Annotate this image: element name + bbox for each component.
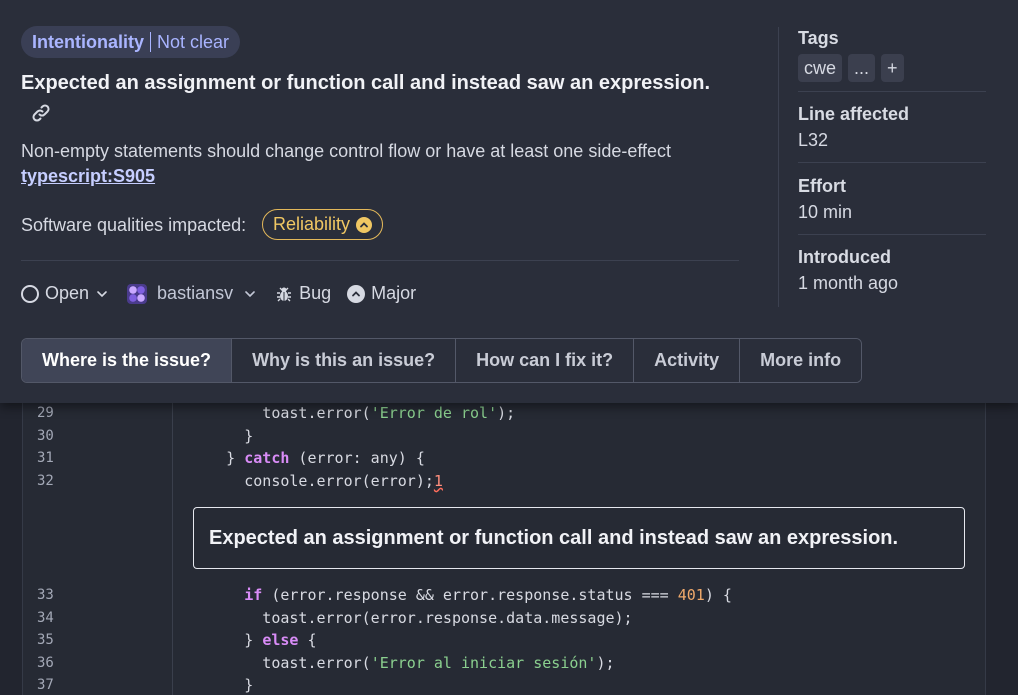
add-tag-button[interactable]: + [881,54,904,82]
line-value: L32 [798,130,829,150]
line-section: Line affected L32 [798,104,986,151]
issue-type: Bug [275,283,331,304]
effort-section: Effort 10 min [798,176,986,223]
code-line: 29 toast.error('Error de rol'); [22,402,986,424]
line-source: } else { [172,631,317,649]
sidebar-divider [778,27,779,307]
issue-header: Intentionality Not clear Expected an ass… [0,0,1018,403]
code-line: 33 if (error.response && error.response.… [22,584,986,606]
sidebar-separator [798,234,986,235]
tab-how-can-i-fix-it[interactable]: How can I fix it? [456,339,635,382]
bug-icon [277,287,292,301]
code-line: 37 } [22,674,986,695]
permalink-icon[interactable] [30,102,52,124]
line-source: } [172,427,254,445]
introduced-value: 1 month ago [798,273,899,293]
assignee-dropdown[interactable]: bastiansv [127,283,257,304]
header-divider [21,260,739,261]
issue-title: Expected an assignment or function call … [21,72,711,94]
issue-tabs: Where is the issue? Why is this an issue… [21,338,863,383]
effort-label: Effort [798,176,846,196]
line-number[interactable]: 32 [22,473,172,489]
rule-link[interactable]: typescript:S905 [21,166,155,187]
chevron-up-icon [356,216,373,233]
severity-label: Major [371,283,417,303]
tag-cwe[interactable]: cwe [798,54,843,82]
code-line: 31 } catch (error: any) { [22,447,986,469]
code-line: 36 toast.error('Error al iniciar sesión'… [22,652,986,674]
tag-more-button[interactable]: ... [848,54,876,82]
attribute-category: Intentionality [32,31,144,52]
line-source: } [172,676,254,694]
line-source: console.error(error);1 [172,472,443,490]
sidebar-separator [798,91,986,92]
issue-description: Non-empty statements should change contr… [21,141,672,161]
tags-section: Tags cwe ... + [798,28,986,82]
status-open-icon [21,284,39,303]
reliability-badge[interactable]: Reliability [262,209,384,240]
code-line: 30 } [22,425,986,447]
tags-label: Tags [798,28,839,48]
line-source: } catch (error: any) { [172,449,425,467]
line-number[interactable]: 33 [22,587,172,603]
severity-major-icon [347,284,366,303]
line-number[interactable]: 35 [22,632,172,648]
issue-location-marker[interactable]: 1 [434,472,443,490]
tab-where-is-the-issue[interactable]: Where is the issue? [22,339,233,382]
sidebar-separator [798,162,986,163]
line-number[interactable]: 30 [22,428,172,444]
status-dropdown[interactable]: Open [21,283,109,304]
issue-severity: Major [347,283,416,304]
line-number[interactable]: 29 [22,405,172,421]
line-number[interactable]: 37 [22,677,172,693]
status-label: Open [45,283,90,303]
qualities-label: Software qualities impacted: [21,215,247,235]
tab-activity[interactable]: Activity [634,339,741,382]
reliability-label: Reliability [273,214,351,234]
introduced-label: Introduced [798,247,891,267]
line-label: Line affected [798,104,910,124]
introduced-section: Introduced 1 month ago [798,247,986,294]
assignee-label: bastiansv [157,283,234,303]
issue-meta-row: Open bastiansv Bug Major [21,283,416,304]
chevron-down-icon [245,290,255,297]
inline-issue-message[interactable]: Expected an assignment or function call … [193,507,965,569]
tab-why-is-this-an-issue[interactable]: Why is this an issue? [232,339,457,382]
line-source: toast.error('Error de rol'); [172,404,516,422]
type-label: Bug [299,283,332,303]
avatar [127,283,148,304]
attribute-divider [150,32,151,52]
line-source: toast.error(error.response.data.message)… [172,609,633,627]
line-number[interactable]: 36 [22,655,172,671]
code-line-highlighted: 32 console.error(error);1 [22,470,986,492]
effort-value: 10 min [798,202,853,222]
line-number[interactable]: 31 [22,450,172,466]
tab-more-info[interactable]: More info [740,339,862,382]
chevron-down-icon [97,290,107,297]
code-line: 35 } else { [22,629,986,651]
line-number[interactable]: 34 [22,610,172,626]
line-source: toast.error('Error al iniciar sesión'); [172,654,615,672]
attribute-value: Not clear [157,31,230,52]
clean-code-attribute-badge: Intentionality Not clear [21,26,241,58]
code-line: 34 toast.error(error.response.data.messa… [22,607,986,629]
line-source: if (error.response && error.response.sta… [244,586,732,604]
tag-list: cwe ... + [798,54,986,82]
